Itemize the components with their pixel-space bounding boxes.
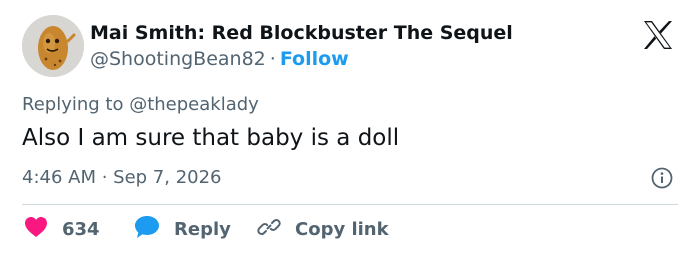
x-logo-icon[interactable] (642, 20, 674, 50)
author-display-name[interactable]: Mai Smith: Red Blockbuster The Sequel (90, 22, 513, 44)
follow-button[interactable]: Follow (280, 48, 349, 70)
copy-link-label: Copy link (295, 218, 389, 240)
reply-mention-link[interactable]: @thepeaklady (129, 94, 259, 115)
reply-button[interactable]: Reply (134, 215, 231, 244)
tweet-timestamp[interactable]: 4:46 AM · Sep 7, 2026 (22, 167, 222, 188)
replying-prefix: Replying to (22, 94, 130, 115)
speech-bubble-icon (134, 215, 160, 244)
like-button[interactable]: 634 (24, 216, 100, 242)
like-count: 634 (62, 218, 100, 240)
bean-avatar-image (22, 15, 84, 77)
avatar[interactable] (22, 15, 84, 77)
reply-label: Reply (174, 218, 231, 240)
replying-to-line: Replying to @thepeaklady (22, 94, 259, 115)
tweet-embed-card: Mai Smith: Red Blockbuster The Sequel @S… (0, 0, 700, 256)
author-handle-row: @ShootingBean82 · Follow (90, 48, 349, 70)
tweet-text: Also I am sure that baby is a doll (22, 125, 400, 151)
info-icon[interactable] (651, 167, 673, 189)
link-icon (257, 215, 281, 244)
divider (22, 204, 678, 205)
separator-dot: · (269, 48, 276, 70)
author-handle[interactable]: @ShootingBean82 (90, 48, 266, 70)
copy-link-button[interactable]: Copy link (257, 216, 389, 242)
heart-icon (24, 216, 48, 243)
